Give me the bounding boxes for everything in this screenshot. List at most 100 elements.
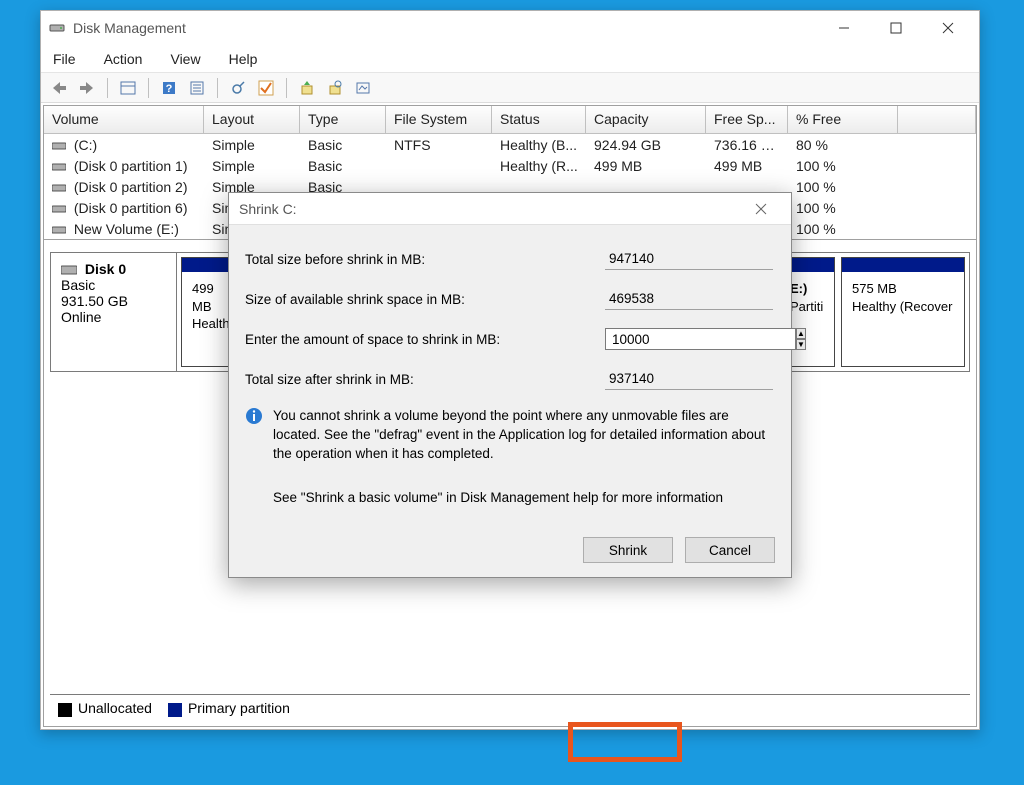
- cell: (Disk 0 partition 2): [44, 178, 204, 196]
- cell: 100 %: [788, 199, 898, 217]
- detach-button[interactable]: [323, 76, 347, 100]
- menu-view[interactable]: View: [162, 47, 208, 71]
- col-pctfree[interactable]: % Free: [788, 106, 898, 133]
- col-type[interactable]: Type: [300, 106, 386, 133]
- info-icon: [245, 407, 263, 425]
- disk-state: Online: [61, 309, 101, 325]
- disk-type: Basic: [61, 277, 95, 293]
- menu-action[interactable]: Action: [96, 47, 151, 71]
- field-shrink-amount[interactable]: [605, 328, 796, 350]
- table-header: Volume Layout Type File System Status Ca…: [44, 106, 976, 134]
- field-total-after: [605, 368, 773, 390]
- cell: (Disk 0 partition 1): [44, 157, 204, 175]
- refresh-button[interactable]: [226, 76, 250, 100]
- forward-button[interactable]: [75, 76, 99, 100]
- toolbar: ?: [41, 73, 979, 103]
- check-button[interactable]: [254, 76, 278, 100]
- legend-unallocated: Unallocated: [78, 700, 152, 716]
- detach-icon: [327, 80, 343, 96]
- label-available: Size of available shrink space in MB:: [245, 292, 605, 307]
- cell: 100 %: [788, 157, 898, 175]
- partition-size: 499 MB: [192, 280, 226, 315]
- cell: 499 MB: [586, 157, 706, 175]
- disk-management-icon: [49, 20, 65, 36]
- dialog-close-button[interactable]: [741, 195, 781, 223]
- table-row[interactable]: (C:)SimpleBasicNTFSHealthy (B...924.94 G…: [44, 134, 976, 155]
- cell: Healthy (B...: [492, 136, 586, 154]
- table-row[interactable]: (Disk 0 partition 1)SimpleBasic Healthy (…: [44, 155, 976, 176]
- settings-icon: [355, 80, 371, 96]
- menu-file[interactable]: File: [45, 47, 84, 71]
- cell: [586, 186, 706, 188]
- spin-down-button[interactable]: ▼: [796, 339, 806, 350]
- cell: [492, 186, 586, 188]
- cell: 924.94 GB: [586, 136, 706, 154]
- cell: Healthy (R...: [492, 157, 586, 175]
- col-volume[interactable]: Volume: [44, 106, 204, 133]
- arrow-right-icon: [78, 80, 96, 96]
- disk-name: Disk 0: [85, 261, 126, 277]
- legend-primary: Primary partition: [188, 700, 290, 716]
- cell: Basic: [300, 136, 386, 154]
- panel-icon: [120, 80, 136, 96]
- dialog-title: Shrink C:: [239, 201, 297, 217]
- partition-size: 575 MB: [852, 280, 954, 298]
- menu-help[interactable]: Help: [221, 47, 266, 71]
- minimize-button[interactable]: [821, 14, 867, 42]
- partition-status: Partiti: [790, 298, 824, 316]
- cell: Basic: [300, 157, 386, 175]
- cell: (Disk 0 partition 6): [44, 199, 204, 217]
- help-button[interactable]: ?: [157, 76, 181, 100]
- partition-status: Healthy (Recover: [852, 298, 954, 316]
- field-total-before: [605, 248, 773, 270]
- col-filesystem[interactable]: File System: [386, 106, 492, 133]
- cell: NTFS: [386, 136, 492, 154]
- col-capacity[interactable]: Capacity: [586, 106, 706, 133]
- refresh-icon: [230, 80, 246, 96]
- dialog-titlebar[interactable]: Shrink C:: [229, 193, 791, 225]
- col-layout[interactable]: Layout: [204, 106, 300, 133]
- legend-unallocated-swatch: [58, 703, 72, 717]
- back-button[interactable]: [47, 76, 71, 100]
- properties-icon: [189, 80, 205, 96]
- cell: [386, 165, 492, 167]
- disk-size: 931.50 GB: [61, 293, 128, 309]
- disk-icon: [61, 264, 77, 276]
- cell: [706, 186, 788, 188]
- close-button[interactable]: [925, 14, 971, 42]
- col-spacer: [898, 106, 976, 133]
- disk-label[interactable]: Disk 0 Basic 931.50 GB Online: [51, 253, 177, 371]
- col-freespace[interactable]: Free Sp...: [706, 106, 788, 133]
- menubar: File Action View Help: [41, 45, 979, 73]
- cell: New Volume (E:): [44, 220, 204, 238]
- field-available: [605, 288, 773, 310]
- label-total-before: Total size before shrink in MB:: [245, 252, 605, 267]
- cancel-button[interactable]: Cancel: [685, 537, 775, 563]
- label-enter-amount: Enter the amount of space to shrink in M…: [245, 332, 605, 347]
- check-icon: [258, 80, 274, 96]
- attach-button[interactable]: [295, 76, 319, 100]
- window-title: Disk Management: [73, 20, 186, 36]
- spin-up-button[interactable]: ▲: [796, 328, 806, 339]
- shrink-button[interactable]: Shrink: [583, 537, 673, 563]
- help-icon: ?: [161, 80, 177, 96]
- toolbar-divider: [217, 78, 218, 98]
- maximize-button[interactable]: [873, 14, 919, 42]
- shrink-dialog: Shrink C: Total size before shrink in MB…: [228, 192, 792, 578]
- cell: Simple: [204, 136, 300, 154]
- info-text: You cannot shrink a volume beyond the po…: [273, 407, 775, 464]
- col-status[interactable]: Status: [492, 106, 586, 133]
- settings-button[interactable]: [351, 76, 375, 100]
- titlebar[interactable]: Disk Management: [41, 11, 979, 45]
- properties-button[interactable]: [185, 76, 209, 100]
- show-hide-button[interactable]: [116, 76, 140, 100]
- arrow-left-icon: [50, 80, 68, 96]
- partition[interactable]: 575 MB Healthy (Recover: [841, 257, 965, 367]
- label-total-after: Total size after shrink in MB:: [245, 372, 605, 387]
- toolbar-divider: [107, 78, 108, 98]
- legend: Unallocated Primary partition: [50, 694, 970, 722]
- toolbar-divider: [148, 78, 149, 98]
- cell: (C:): [44, 136, 204, 154]
- cell: Simple: [204, 157, 300, 175]
- partition-bar: [842, 258, 964, 272]
